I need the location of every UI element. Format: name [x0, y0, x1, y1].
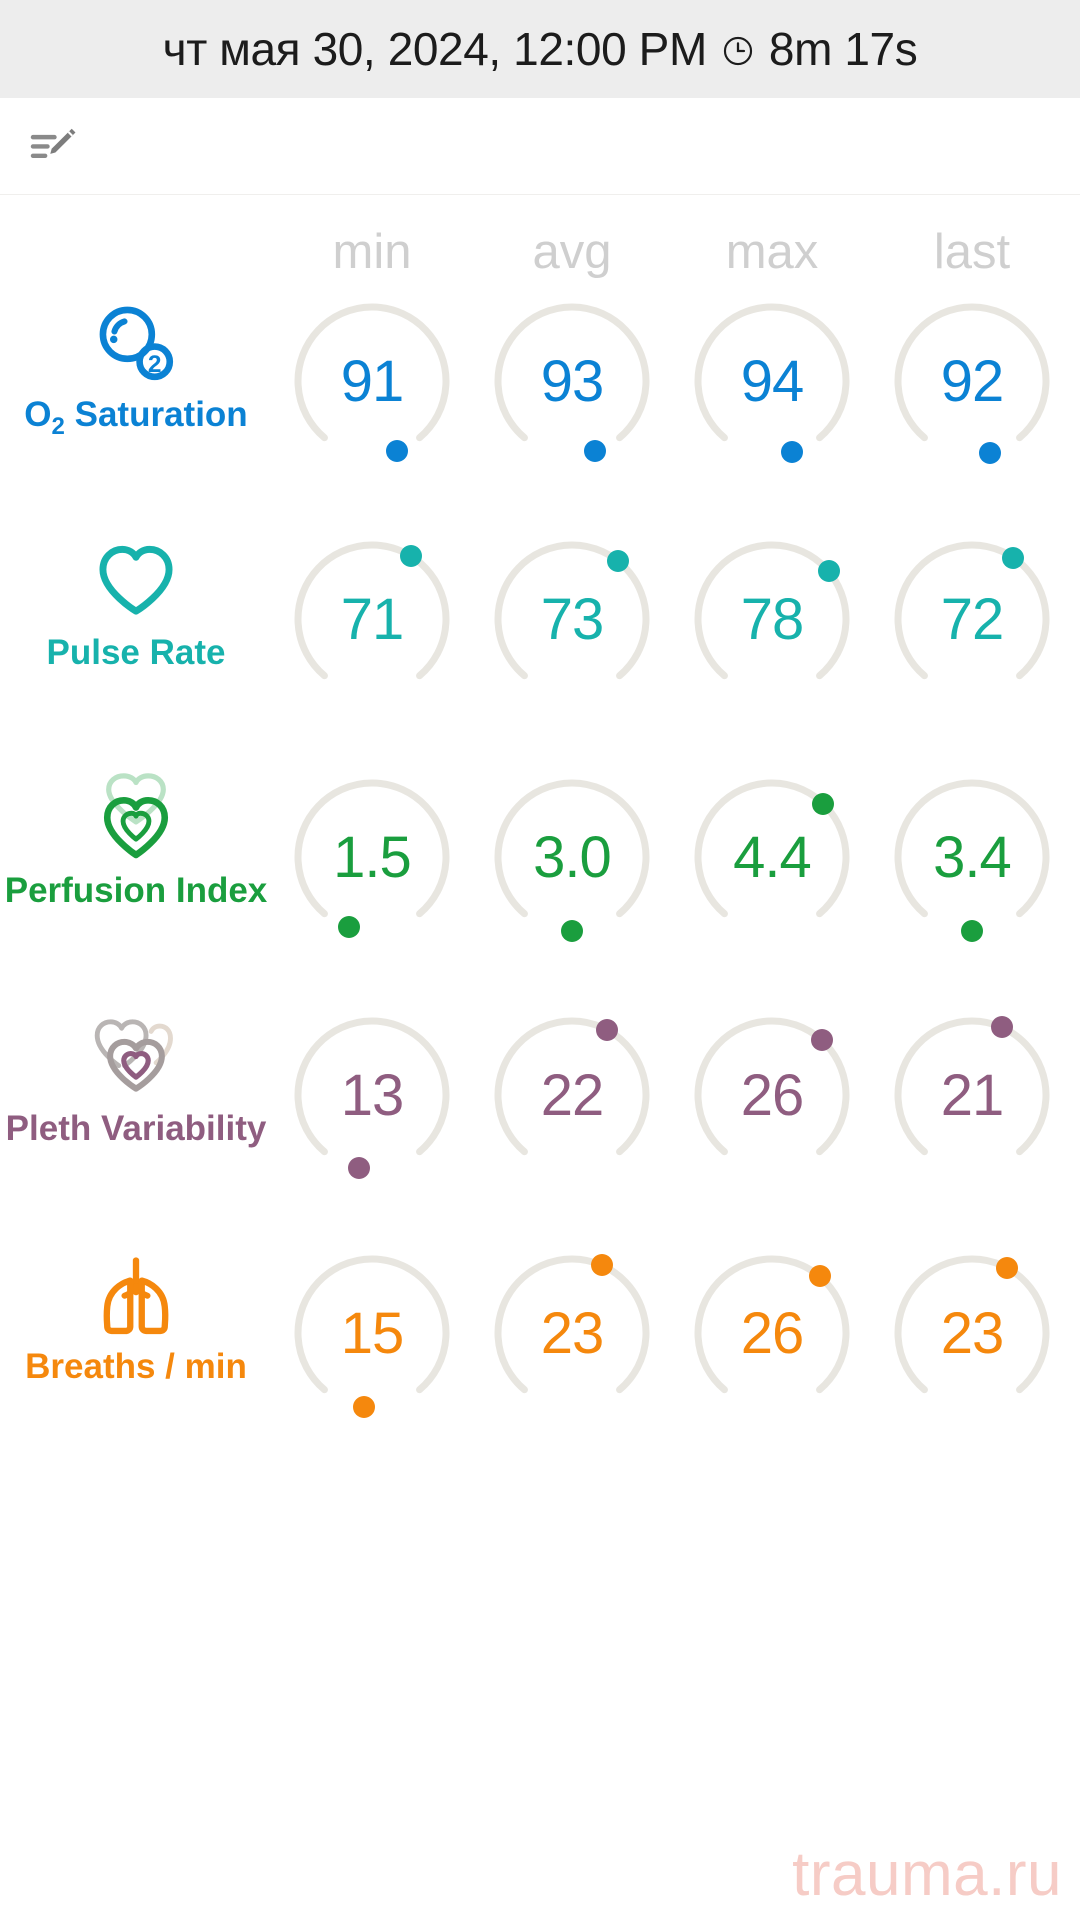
gauge-group: 13 22 26 21 [272, 995, 1072, 1195]
vital-row: Pleth Variability 13 22 26 21 [0, 995, 1080, 1233]
vital-name: O2 Saturation [24, 395, 248, 440]
note-edit-icon[interactable] [26, 118, 82, 174]
vital-gauge: 4.4 [672, 757, 872, 957]
gauge-value: 72 [940, 586, 1005, 652]
vital-name: Pulse Rate [46, 633, 226, 672]
vital-gauge: 93 [472, 281, 672, 481]
gauge-value: 94 [740, 348, 805, 414]
gauge-value: 26 [740, 1062, 805, 1128]
gauge-indicator-dot [353, 1395, 376, 1418]
gauge-value: 78 [740, 586, 805, 652]
app-header-bar: чт мая 30, 2024, 12:00 PM 8m 17s [0, 0, 1080, 98]
gauge-group: 71 73 78 72 [272, 519, 1072, 719]
session-date-title: чт мая 30, 2024, 12:00 PM [162, 23, 708, 75]
vital-label-block: Breaths / min [0, 1233, 272, 1384]
gauge-value: 21 [940, 1062, 1005, 1128]
vital-gauge: 23 [872, 1233, 1072, 1433]
vital-label-block: Pulse Rate [0, 519, 272, 670]
vital-label-block: Pleth Variability [0, 995, 272, 1146]
clock-icon [721, 34, 755, 68]
gauge-indicator-dot [810, 1029, 833, 1051]
vital-row: Breaths / min 15 23 26 23 [0, 1233, 1080, 1471]
gauge-indicator-dot [348, 1156, 371, 1179]
gauge-indicator-dot [595, 1018, 618, 1041]
vital-gauge: 3.4 [872, 757, 1072, 957]
svg-text:2: 2 [148, 351, 162, 378]
gauge-value: 23 [540, 1300, 605, 1366]
vitals-table: 2 O2 Saturation 91 93 94 92 Pulse Rate 71 73 78… [0, 281, 1080, 1471]
gauge-value: 13 [340, 1062, 405, 1128]
vital-name: Perfusion Index [4, 871, 268, 910]
vital-gauge: 78 [672, 519, 872, 719]
gauge-indicator-dot [606, 549, 629, 572]
gauge-indicator-dot [995, 1256, 1018, 1279]
vital-gauge: 23 [472, 1233, 672, 1433]
gauge-value: 1.5 [333, 824, 412, 890]
vital-gauge: 22 [472, 995, 672, 1195]
gauge-value: 73 [540, 586, 605, 652]
note-toolbar [0, 98, 1080, 194]
vital-label-block: Perfusion Index [0, 757, 272, 908]
vital-gauge: 1.5 [272, 757, 472, 957]
gauge-indicator-dot [808, 1265, 831, 1288]
gauge-indicator-dot [781, 441, 804, 464]
gauge-indicator-dot [817, 560, 840, 583]
gauge-value: 4.4 [733, 824, 812, 890]
gauge-indicator-dot [386, 439, 409, 462]
session-duration: 8m 17s [768, 23, 918, 75]
vital-gauge: 15 [272, 1233, 472, 1433]
gauge-value: 71 [340, 586, 405, 652]
double-heart-icon [71, 771, 201, 867]
gauge-indicator-dot [991, 1016, 1014, 1039]
vital-name: Pleth Variability [5, 1109, 267, 1148]
vital-gauge: 92 [872, 281, 1072, 481]
vital-gauge: 71 [272, 519, 472, 719]
vital-gauge: 72 [872, 519, 1072, 719]
gauge-indicator-dot [1002, 546, 1025, 569]
vital-gauge: 26 [672, 1233, 872, 1433]
gauge-group: 91 93 94 92 [272, 281, 1072, 481]
gauge-value: 26 [740, 1300, 805, 1366]
vital-gauge: 91 [272, 281, 472, 481]
gauge-value: 93 [540, 348, 605, 414]
gauge-value: 92 [940, 348, 1005, 414]
vital-gauge: 13 [272, 995, 472, 1195]
gauge-indicator-dot [400, 545, 423, 568]
column-header-avg: avg [532, 225, 612, 279]
gauge-group: 1.5 3.0 4.4 3.4 [272, 757, 1072, 957]
gauge-value: 22 [540, 1062, 605, 1128]
gauge-indicator-dot [583, 440, 606, 463]
vital-label-block: 2 O2 Saturation [0, 281, 272, 439]
gauge-indicator-dot [812, 792, 835, 815]
vital-gauge: 3.0 [472, 757, 672, 957]
gauge-value: 23 [940, 1300, 1005, 1366]
vital-name: Breaths / min [25, 1347, 247, 1386]
vital-gauge: 21 [872, 995, 1072, 1195]
oxygen-molecule-icon: 2 [71, 295, 201, 391]
gauge-indicator-dot [338, 916, 361, 939]
gauge-indicator-dot [961, 920, 983, 942]
vital-gauge: 26 [672, 995, 872, 1195]
gauge-indicator-dot [561, 920, 583, 942]
column-header-max: max [725, 225, 819, 279]
watermark: trauma.ru [792, 1840, 1062, 1909]
gauge-indicator-dot [591, 1254, 614, 1277]
column-header-min: min [332, 225, 412, 279]
vital-row: 2 O2 Saturation 91 93 94 92 [0, 281, 1080, 519]
pleth-heart-icon [71, 1009, 201, 1105]
heart-icon [71, 533, 201, 629]
column-header-last: last [933, 225, 1011, 279]
vital-row: Perfusion Index 1.5 3.0 4.4 3.4 [0, 757, 1080, 995]
vital-gauge: 73 [472, 519, 672, 719]
gauge-value: 91 [340, 348, 405, 414]
vital-gauge: 94 [672, 281, 872, 481]
vital-row: Pulse Rate 71 73 78 72 [0, 519, 1080, 757]
stats-column-headers: min avg max last [0, 195, 1080, 281]
lungs-icon [71, 1247, 201, 1343]
gauge-group: 15 23 26 23 [272, 1233, 1072, 1433]
gauge-indicator-dot [978, 441, 1001, 464]
